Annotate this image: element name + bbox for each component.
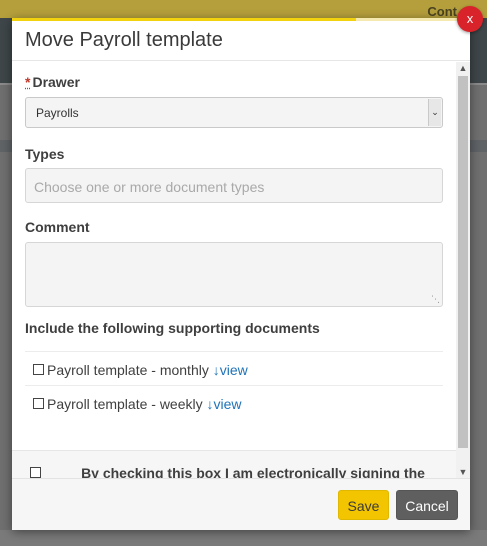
- resize-grip-icon[interactable]: ⋱: [431, 294, 440, 305]
- chevron-down-icon[interactable]: ⌄: [428, 99, 441, 126]
- background-topbar: Cont: [0, 0, 487, 19]
- document-label: Payroll template - weekly ↓view: [47, 396, 242, 412]
- modal-scrollbar[interactable]: ▲ ▼: [456, 62, 470, 478]
- background-footer-band: [0, 530, 487, 546]
- document-label: Payroll template - monthly ↓view: [47, 362, 248, 378]
- drawer-label-text: Drawer: [32, 74, 80, 90]
- signature-area: By checking this box I am electronically…: [12, 450, 456, 478]
- drawer-label: * Drawer: [25, 74, 80, 90]
- types-placeholder: Choose one or more document types: [34, 179, 265, 195]
- download-view-link[interactable]: ↓view: [213, 362, 248, 378]
- cancel-button[interactable]: Cancel: [396, 490, 458, 520]
- scrollbar-thumb[interactable]: [458, 76, 468, 448]
- signature-checkbox[interactable]: [30, 467, 41, 478]
- move-template-modal: Move Payroll template * Drawer Payrolls ⌄…: [12, 18, 470, 530]
- drawer-select-value: Payrolls: [36, 106, 79, 120]
- document-checkbox-weekly[interactable]: [33, 398, 44, 409]
- modal-title: Move Payroll template: [25, 29, 223, 51]
- background-topbar-text: Cont: [427, 4, 457, 19]
- required-mark: *: [25, 74, 31, 90]
- modal-footer: Save Cancel: [12, 478, 470, 530]
- scroll-down-arrow-icon[interactable]: ▼: [458, 466, 468, 478]
- types-multiselect[interactable]: Choose one or more document types: [25, 168, 443, 203]
- supporting-document-row: Payroll template - weekly ↓view: [25, 385, 443, 419]
- scroll-up-arrow-icon[interactable]: ▲: [458, 62, 468, 74]
- modal-body: * Drawer Payrolls ⌄ Types Choose one or m…: [12, 62, 470, 478]
- close-button[interactable]: x: [457, 6, 483, 32]
- comment-label: Comment: [25, 219, 90, 235]
- signature-text: By checking this box I am electronically…: [81, 465, 425, 478]
- document-checkbox-monthly[interactable]: [33, 364, 44, 375]
- comment-textarea[interactable]: ⋱: [25, 242, 443, 307]
- download-view-link[interactable]: ↓view: [207, 396, 242, 412]
- drawer-select[interactable]: Payrolls ⌄: [25, 97, 443, 128]
- document-name: Payroll template - weekly: [47, 396, 203, 412]
- supporting-document-row: Payroll template - monthly ↓view: [25, 351, 443, 385]
- save-button[interactable]: Save: [338, 490, 389, 520]
- supporting-documents-heading: Include the following supporting documen…: [25, 320, 320, 336]
- types-label: Types: [25, 146, 65, 162]
- document-name: Payroll template - monthly: [47, 362, 209, 378]
- modal-header: Move Payroll template: [12, 21, 470, 61]
